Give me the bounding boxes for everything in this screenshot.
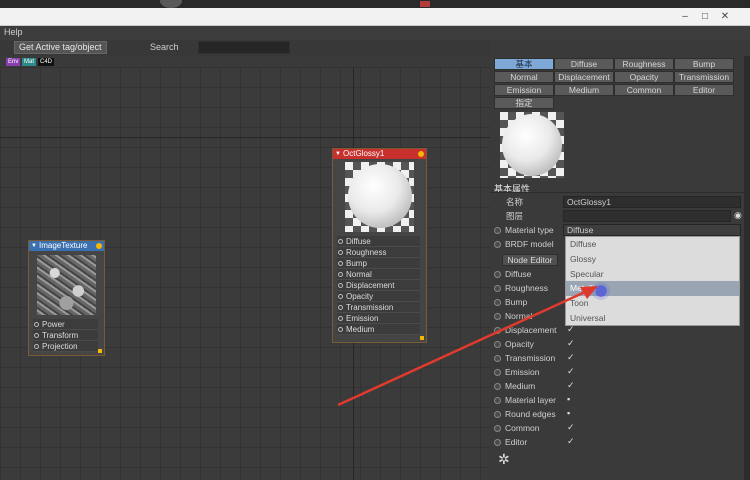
arrow-line xyxy=(337,290,586,407)
annotation-arrow xyxy=(337,286,598,407)
